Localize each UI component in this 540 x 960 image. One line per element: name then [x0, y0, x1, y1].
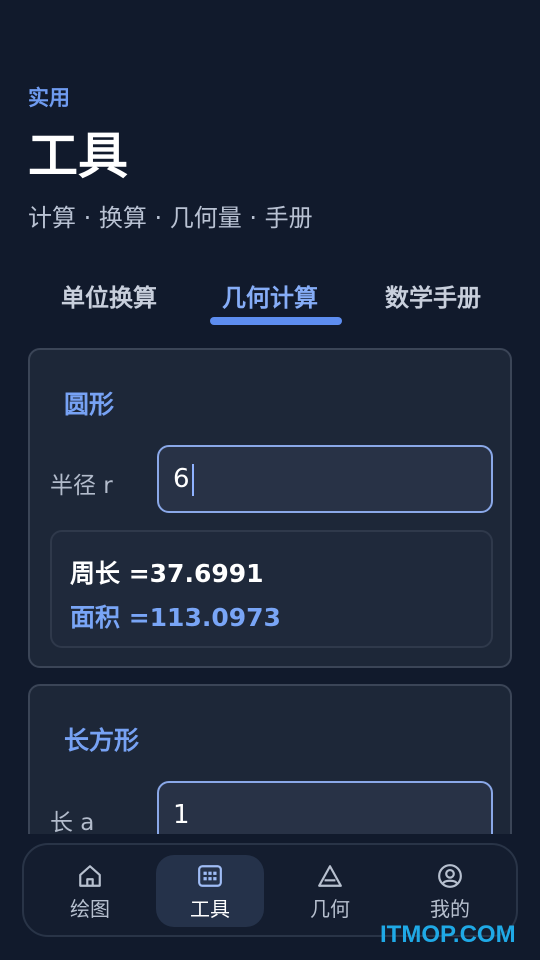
kicker-label: 实用	[28, 86, 70, 110]
tab-geometry[interactable]: 几何计算	[222, 278, 318, 313]
home-icon	[79, 865, 101, 887]
tab-unit-conversion[interactable]: 单位换算	[61, 278, 157, 313]
nav-label-tools: 工具	[190, 897, 230, 921]
calculator-icon	[198, 865, 222, 887]
user-icon	[438, 864, 462, 888]
circle-card-title: 圆形	[64, 390, 115, 419]
tab-active-indicator	[210, 317, 342, 325]
text-caret	[191, 463, 194, 496]
nav-item-draw[interactable]: 绘图	[36, 855, 144, 927]
nav-item-profile[interactable]: 我的	[396, 855, 504, 927]
circle-card: 圆形 半径 r 6 周长 =37.6991 面积 =113.0973	[28, 348, 512, 668]
radius-value: 6	[173, 464, 190, 494]
watermark-text: ITMOP.COM	[380, 921, 516, 948]
nav-item-tools[interactable]: 工具	[156, 855, 264, 927]
nav-label-geometry: 几何	[310, 897, 350, 921]
nav-label-profile: 我的	[430, 897, 470, 921]
circle-result-box: 周长 =37.6991 面积 =113.0973	[50, 530, 493, 648]
triangle-icon	[318, 865, 342, 887]
tab-math-handbook[interactable]: 数学手册	[385, 278, 481, 313]
length-label: 长 a	[50, 810, 95, 836]
radius-input[interactable]: 6	[157, 445, 493, 513]
radius-label: 半径 r	[50, 473, 113, 499]
nav-label-draw: 绘图	[70, 897, 110, 921]
area-result: 面积 =113.0973	[70, 603, 281, 632]
tab-bar: 单位换算 几何计算 数学手册	[28, 278, 512, 328]
rectangle-card-title: 长方形	[64, 726, 140, 755]
perimeter-result: 周长 =37.6991	[70, 559, 264, 588]
page-title: 工具	[28, 127, 128, 185]
page-subtitle: 计算 · 换算 · 几何量 · 手册	[28, 204, 313, 232]
nav-item-geometry[interactable]: 几何	[276, 855, 384, 927]
